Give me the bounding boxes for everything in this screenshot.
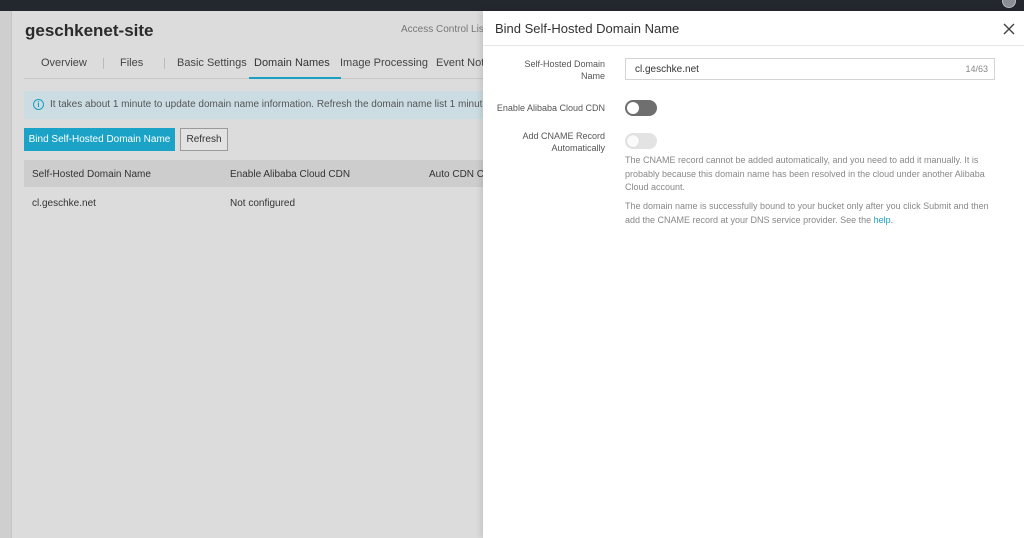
submit-note: The domain name is successfully bound to… <box>625 200 1000 227</box>
toggle-knob <box>627 102 639 114</box>
cname-label: Add CNAME Record Automatically <box>495 130 605 154</box>
left-sidebar-strip <box>0 11 12 538</box>
column-header-domain: Self-Hosted Domain Name <box>32 169 151 180</box>
column-header-cdn: Enable Alibaba Cloud CDN <box>230 169 351 180</box>
table-header: Self-Hosted Domain Name Enable Alibaba C… <box>24 160 483 187</box>
cname-toggle[interactable] <box>625 133 657 149</box>
tab-divider <box>164 58 165 69</box>
cdn-toggle[interactable] <box>625 100 657 116</box>
domain-input-wrapper: 14/63 <box>625 58 995 80</box>
acl-link[interactable]: Access Control List ( <box>401 24 483 35</box>
active-tab-indicator <box>249 77 341 79</box>
drawer-header: Bind Self-Hosted Domain Name <box>483 11 1024 46</box>
domain-label-line2: Name <box>580 71 605 81</box>
cell-domain: cl.geschke.net <box>32 198 96 209</box>
bucket-tabs: Overview Files Basic Settings Domain Nam… <box>24 51 483 79</box>
toggle-knob <box>627 135 639 147</box>
tab-image-processing[interactable]: Image Processing <box>340 57 428 69</box>
tab-domain-names[interactable]: Domain Names <box>254 57 330 69</box>
column-header-auto-cdn: Auto CDN Ca <box>429 169 483 180</box>
tab-event-notification[interactable]: Event Not <box>436 57 483 69</box>
domain-input[interactable] <box>626 59 926 80</box>
notice-text: It takes about 1 minute to update domain… <box>50 99 483 110</box>
cname-warning: The CNAME record cannot be added automat… <box>625 155 985 192</box>
top-bar <box>0 0 1024 11</box>
char-counter: 14/63 <box>965 64 988 74</box>
tab-overview[interactable]: Overview <box>41 57 87 69</box>
cell-cdn-status: Not configured <box>230 198 296 209</box>
domain-label-line1: Self-Hosted Domain <box>524 59 605 69</box>
tab-basic-settings[interactable]: Basic Settings <box>177 57 247 69</box>
help-link[interactable]: help <box>874 215 891 225</box>
info-notice: i It takes about 1 minute to update doma… <box>24 91 483 119</box>
domain-label: Self-Hosted Domain Name <box>495 58 605 82</box>
close-icon[interactable] <box>1002 22 1016 36</box>
table-row: cl.geschke.net Not configured <box>24 189 483 215</box>
avatar[interactable] <box>1002 0 1016 8</box>
info-icon: i <box>33 99 44 110</box>
bind-domain-button[interactable]: Bind Self-Hosted Domain Name <box>24 128 175 151</box>
bucket-page: geschkenet-site Access Control List ( Ov… <box>12 11 483 538</box>
refresh-button[interactable]: Refresh <box>180 128 228 151</box>
bind-domain-drawer: Bind Self-Hosted Domain Name Self-Hosted… <box>483 11 1024 538</box>
submit-note-text: The domain name is successfully bound to… <box>625 201 989 225</box>
submit-note-period: . <box>890 214 894 225</box>
tab-divider <box>103 58 104 69</box>
cname-label-line2: Automatically <box>551 143 605 153</box>
cname-label-line1: Add CNAME Record <box>522 131 605 141</box>
tab-files[interactable]: Files <box>120 57 143 69</box>
cdn-label: Enable Alibaba Cloud CDN <box>496 103 605 113</box>
drawer-title: Bind Self-Hosted Domain Name <box>495 21 680 36</box>
page-title: geschkenet-site <box>25 21 154 40</box>
